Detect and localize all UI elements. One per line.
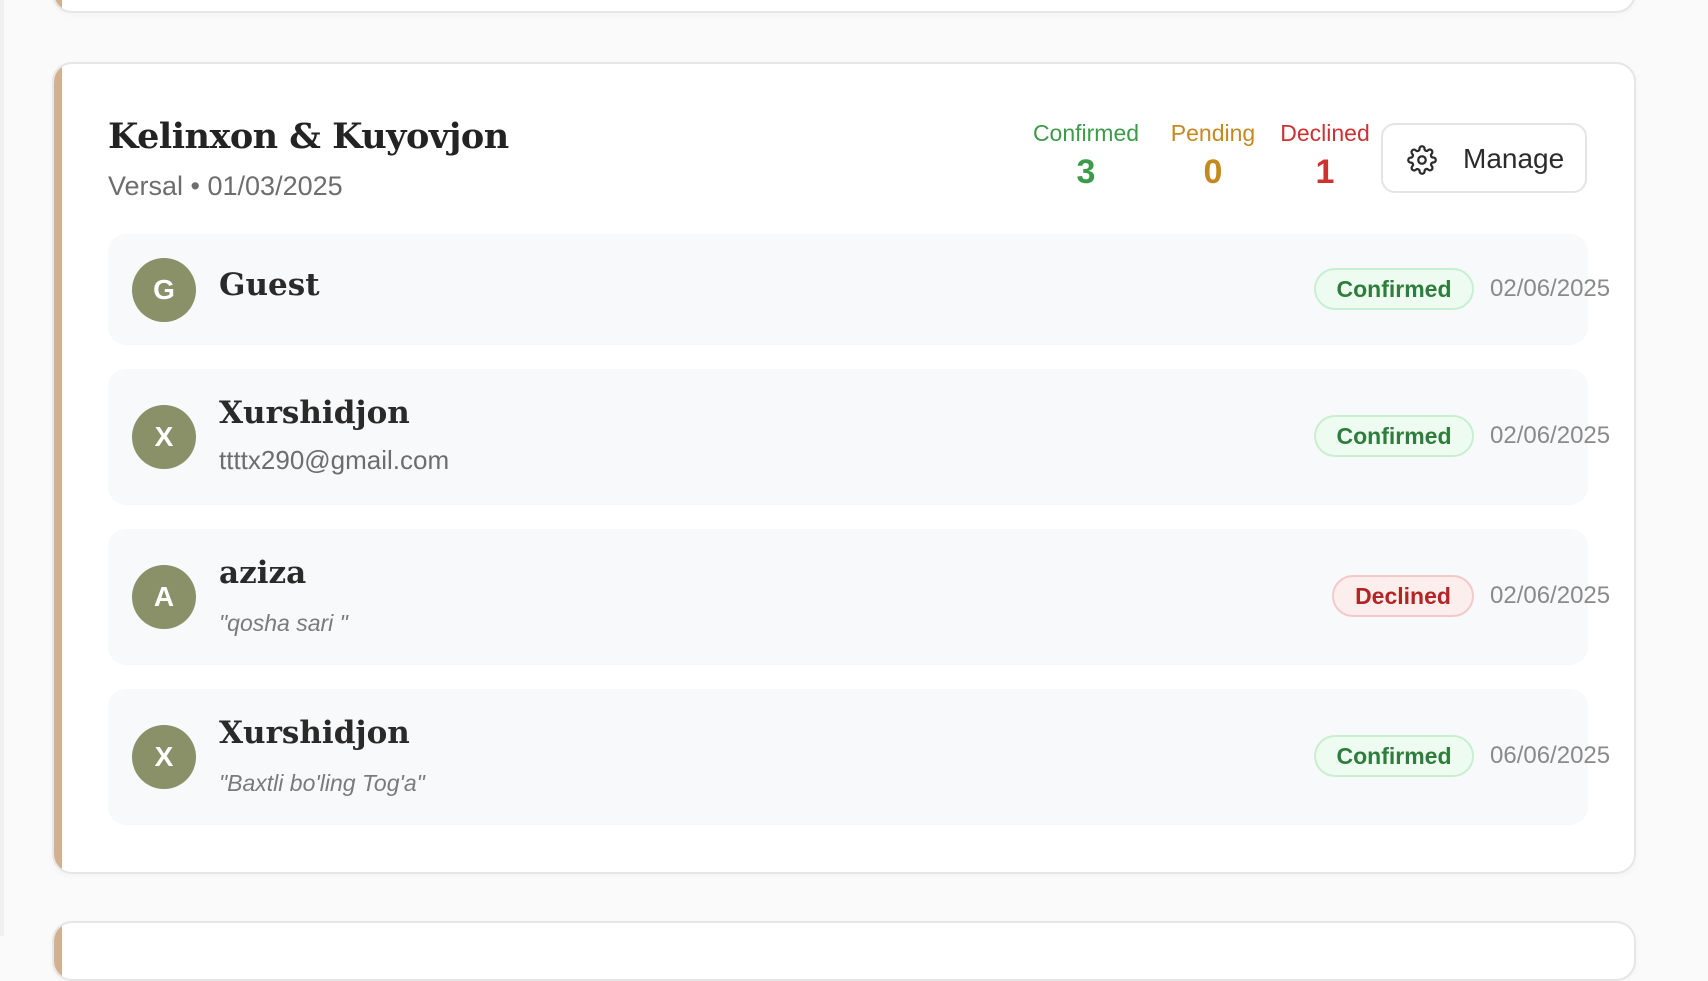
guest-date: 02/06/2025 [1490,422,1611,449]
page-left-border [0,0,4,936]
stat-pending-count: 0 [1203,153,1223,191]
avatar: X [132,405,196,469]
guest-date: 02/06/2025 [1490,582,1611,609]
stat-declined: Declined 1 [1266,120,1384,192]
status-badge: Declined [1332,575,1474,617]
status-badge: Confirmed [1314,268,1474,310]
guest-note: "Baxtli bo'ling Tog'a" [219,770,425,796]
guest-row[interactable]: G Guest Confirmed 02/06/2025 [108,234,1610,345]
event-subtitle: Versal • 01/03/2025 [108,171,343,201]
avatar: X [132,725,196,789]
stat-declined-label: Declined [1280,120,1370,146]
event-card: Kelinxon & Kuyovjon Versal • 01/03/2025 … [52,62,1636,874]
manage-button[interactable]: Manage [1381,123,1587,193]
stat-pending: Pending 0 [1158,120,1268,192]
guest-row[interactable]: X Xurshidjon ttttx290@gmail.com Confirme… [108,369,1610,505]
gear-icon [1407,145,1437,175]
guest-date: 02/06/2025 [1490,275,1611,302]
guest-row[interactable]: A aziza "qosha sari " Declined 02/06/202… [108,529,1610,665]
guest-row[interactable]: X Xurshidjon "Baxtli bo'ling Tog'a" Conf… [108,689,1610,825]
event-card-next [52,921,1636,981]
stat-pending-label: Pending [1170,120,1256,146]
guest-date: 06/06/2025 [1490,742,1611,769]
status-badge: Confirmed [1314,415,1474,457]
stat-declined-count: 1 [1315,153,1335,191]
guest-name: aziza [219,555,307,591]
event-card-previous [52,0,1636,13]
guest-note: "qosha sari " [219,610,348,636]
avatar: G [132,258,196,322]
event-title: Kelinxon & Kuyovjon [108,116,509,157]
guest-email: ttttx290@gmail.com [219,445,450,475]
stat-confirmed-label: Confirmed [1032,120,1140,146]
stat-confirmed-count: 3 [1076,153,1096,191]
status-badge: Confirmed [1314,735,1474,777]
guest-name: Guest [219,267,320,303]
guest-name: Xurshidjon [219,715,410,751]
manage-button-label: Manage [1463,143,1565,174]
guest-name: Xurshidjon [219,395,410,431]
avatar: A [132,565,196,629]
stat-confirmed: Confirmed 3 [1016,120,1156,192]
